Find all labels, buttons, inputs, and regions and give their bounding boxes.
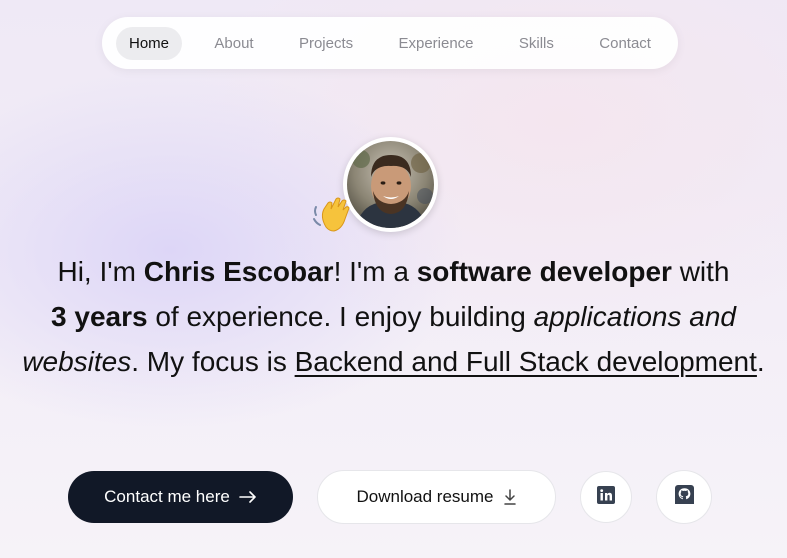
intro-greeting: Hi, I'm <box>57 256 144 287</box>
avatar <box>343 137 438 232</box>
top-navigation: Home About Projects Experience Skills Co… <box>102 17 678 69</box>
github-icon <box>674 485 694 509</box>
nav-item-projects[interactable]: Projects <box>286 27 366 60</box>
contact-button[interactable]: Contact me here <box>68 471 293 523</box>
arrow-right-icon <box>239 490 257 504</box>
download-icon <box>503 489 517 505</box>
download-resume-label: Download resume <box>356 487 494 506</box>
linkedin-icon <box>597 485 615 509</box>
nav-item-contact[interactable]: Contact <box>586 27 664 60</box>
contact-button-label: Contact me here <box>104 487 230 506</box>
intro-end: . <box>756 346 765 377</box>
intro-years: 3 years <box>51 301 148 332</box>
intro-focus-link[interactable]: Backend and Full Stack development <box>295 346 757 377</box>
nav-item-home[interactable]: Home <box>116 26 183 60</box>
profile-photo <box>347 141 434 228</box>
intro-name: Chris Escobar <box>143 256 334 287</box>
intro-role: software developer <box>416 256 672 287</box>
linkedin-button[interactable] <box>580 471 632 523</box>
github-button[interactable] <box>656 470 712 524</box>
nav-item-experience[interactable]: Experience <box>385 27 486 60</box>
nav-item-skills[interactable]: Skills <box>506 27 567 60</box>
intro-with: with <box>671 256 730 287</box>
download-resume-button[interactable]: Download resume <box>317 470 556 524</box>
nav-item-about[interactable]: About <box>201 27 266 60</box>
intro-im-a: ! I'm a <box>333 256 417 287</box>
intro-experience-text: of experience. I enjoy building <box>147 301 534 332</box>
waving-hand-icon <box>312 193 352 235</box>
intro-text: Hi, I'm Chris Escobar! I'm a software de… <box>10 249 777 384</box>
intro-focus-text: . My focus is <box>131 346 295 377</box>
